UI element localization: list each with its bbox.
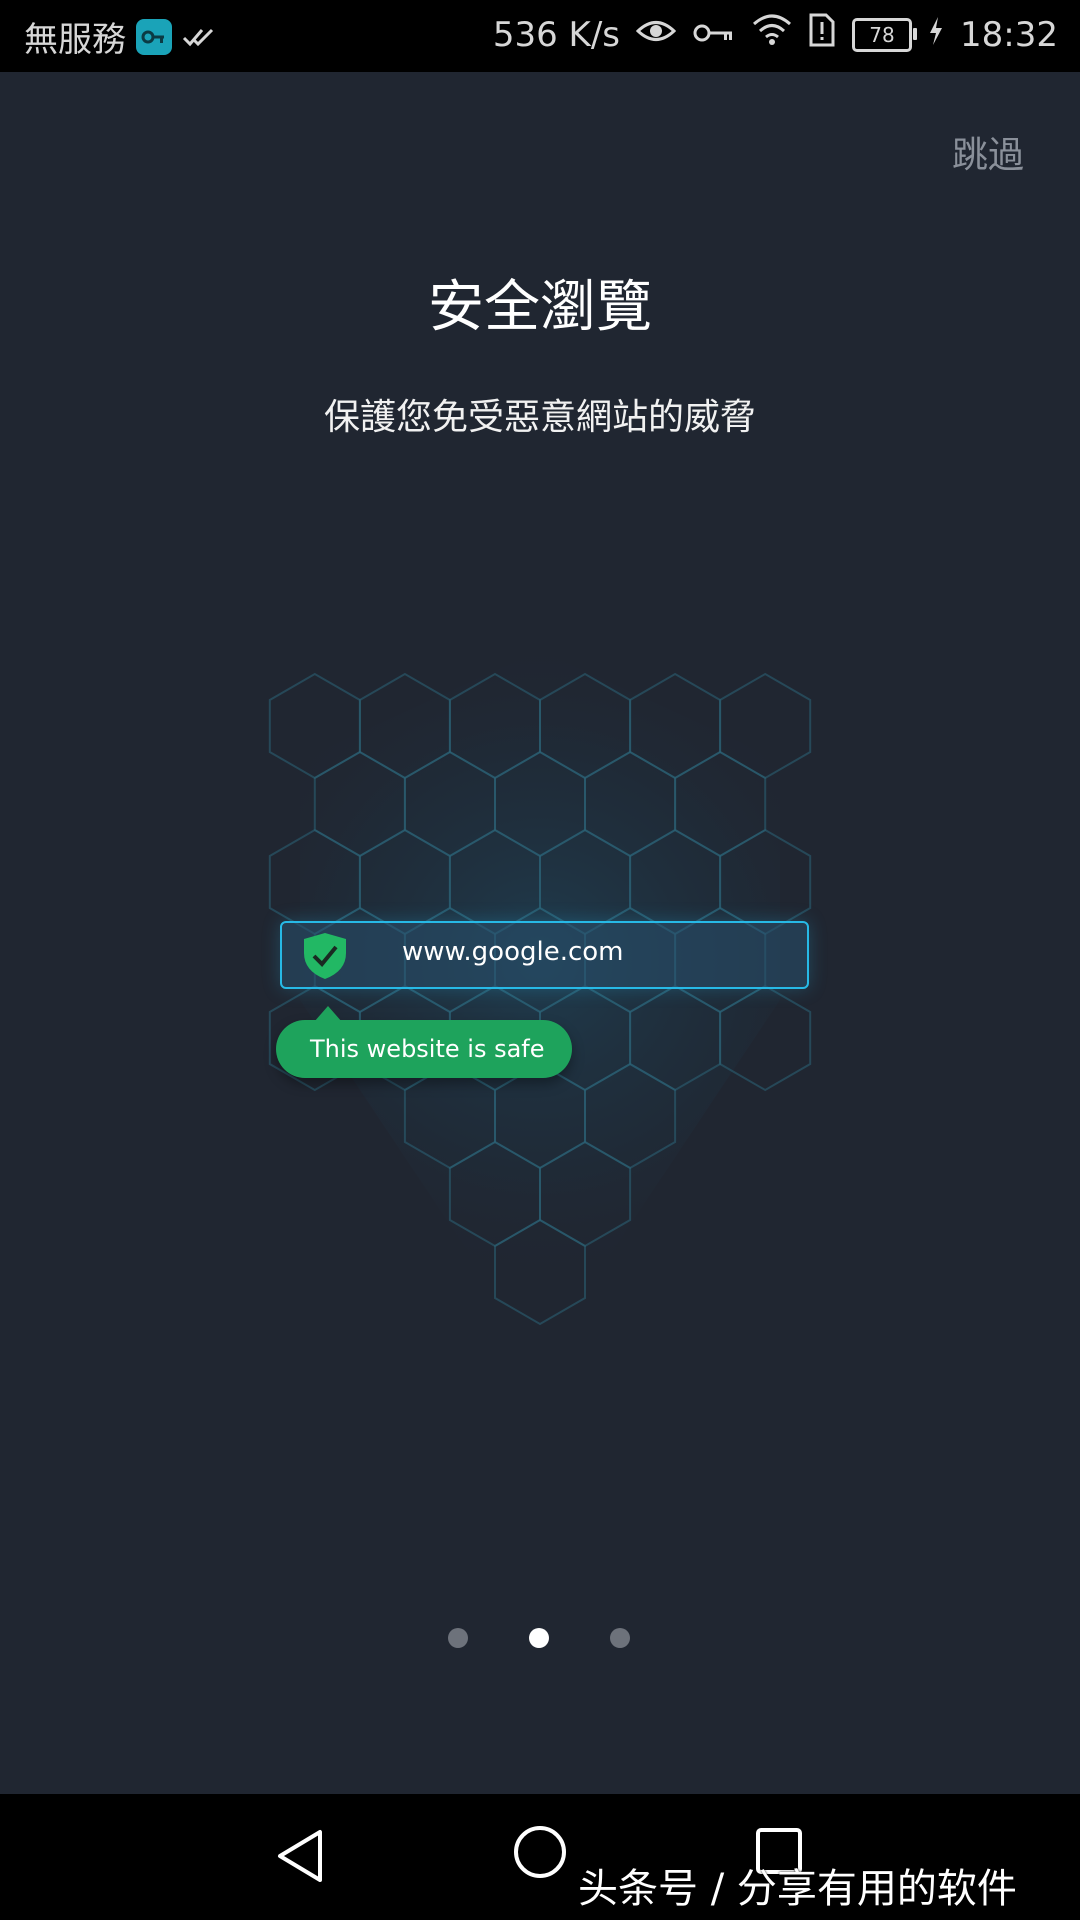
- tooltip-text: This website is safe: [310, 1035, 545, 1063]
- page-dot-1[interactable]: [448, 1628, 468, 1648]
- safe-website-tooltip: This website is safe: [276, 1006, 572, 1078]
- url-text: www.google.com: [402, 937, 624, 967]
- home-icon[interactable]: [500, 1816, 580, 1896]
- page-indicator: [0, 1628, 1080, 1648]
- back-icon[interactable]: [262, 1816, 342, 1896]
- watermark-text: 头条号 / 分享有用的软件: [578, 1866, 1017, 1912]
- page-dot-2-active[interactable]: [529, 1628, 549, 1648]
- shield-check-icon: [302, 931, 348, 981]
- page-dot-3[interactable]: [610, 1628, 630, 1648]
- url-bar: www.google.com: [280, 921, 809, 989]
